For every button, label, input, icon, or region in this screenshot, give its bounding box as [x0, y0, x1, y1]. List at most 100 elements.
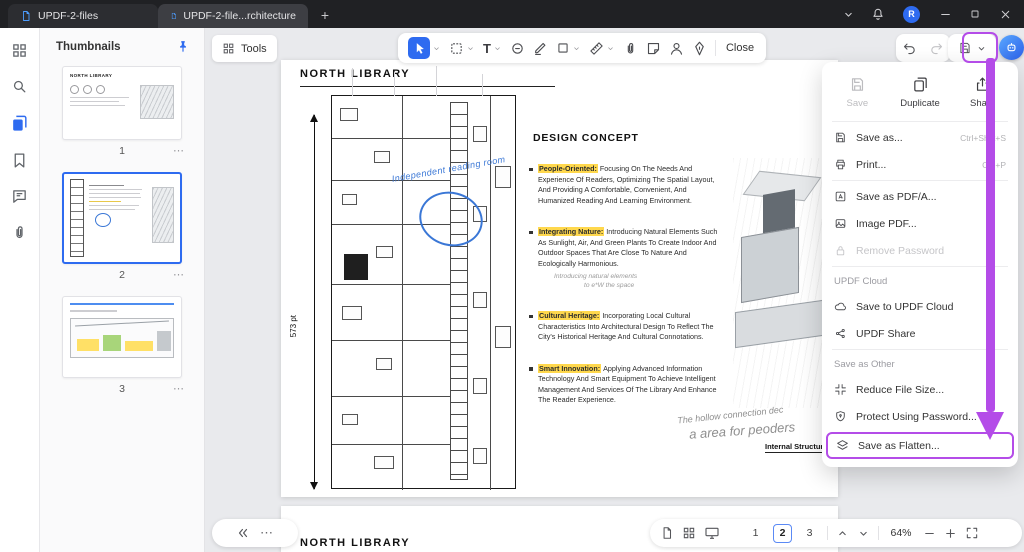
page-thumbnail-3[interactable]	[62, 296, 182, 378]
notifications-bell-icon[interactable]	[865, 2, 891, 26]
bookmark-icon[interactable]	[11, 152, 28, 169]
image-icon	[834, 217, 847, 230]
page-button-2-current[interactable]: 2	[773, 524, 792, 543]
minimize-button[interactable]	[932, 2, 958, 26]
close-window-button[interactable]	[992, 2, 1018, 26]
chevron-down-icon[interactable]	[606, 44, 615, 53]
left-sidebar-rail	[0, 28, 40, 552]
chevron-down-icon[interactable]	[976, 43, 987, 54]
page-thumbnail-2-selected[interactable]	[62, 172, 182, 264]
text-tool[interactable]: T	[483, 41, 502, 56]
redo-icon[interactable]	[929, 41, 944, 56]
page-more-menu[interactable]: ⋯	[173, 268, 184, 281]
page-button-3[interactable]: 3	[800, 524, 819, 543]
bottom-separator	[878, 526, 879, 540]
document-tab-icon	[170, 10, 177, 22]
user-avatar[interactable]: R	[903, 6, 920, 23]
close-toolbar-button[interactable]: Close	[724, 42, 756, 54]
quick-share-button[interactable]: Share	[951, 76, 1014, 109]
chevron-down-icon[interactable]	[432, 44, 441, 53]
person-icon	[669, 41, 684, 56]
square-shape-icon	[556, 41, 570, 55]
fit-expand-icon[interactable]	[965, 526, 979, 540]
page-number: 3	[62, 383, 182, 395]
thumbnails-pages-icon[interactable]	[10, 114, 29, 133]
comment-tool[interactable]	[510, 41, 525, 56]
ai-assistant-button[interactable]	[999, 35, 1024, 60]
attachment-tool[interactable]	[623, 41, 638, 56]
cloud-icon	[834, 300, 847, 313]
pointer-tool[interactable]	[408, 37, 441, 59]
page-more-menu[interactable]: ⋯	[173, 144, 184, 157]
zoom-in-plus-icon[interactable]	[944, 527, 957, 540]
annotation-toolbar: T Close	[398, 33, 766, 63]
sticker-tool[interactable]	[646, 41, 661, 56]
menu-item-label: UPDF Share	[856, 328, 1006, 340]
save-as-icon	[834, 131, 847, 144]
pencil-margin-note: Introducing natural elements to e*W the …	[538, 272, 721, 290]
previous-page-chevron-up-icon[interactable]	[836, 527, 849, 540]
quick-action-label: Save	[847, 98, 869, 109]
titlebar-chevron-down-icon[interactable]	[835, 2, 861, 26]
menu-divider	[832, 121, 1008, 122]
tutorial-arrow-line	[986, 58, 995, 412]
menu-item-label: Remove Password	[856, 245, 1006, 257]
menu-item-label: Image PDF...	[856, 218, 1006, 230]
pencil-note-line: Introducing natural elements	[554, 273, 637, 280]
shape-tool[interactable]	[556, 41, 581, 55]
page-number: 1	[62, 145, 182, 157]
apps-grid-icon[interactable]	[11, 42, 28, 59]
floor-plan-drawing	[331, 95, 516, 489]
building-3d-render	[733, 158, 836, 408]
measure-tool[interactable]	[589, 41, 615, 56]
collapse-chevrons-icon[interactable]	[236, 526, 250, 540]
comments-icon[interactable]	[11, 188, 28, 205]
zoom-level[interactable]: 64%	[887, 527, 915, 539]
new-tab-button[interactable]: +	[316, 6, 334, 24]
titlebar-controls: R	[835, 0, 1018, 28]
tools-label: Tools	[241, 43, 267, 55]
text-tool-glyph: T	[483, 41, 491, 56]
tools-button[interactable]: Tools	[212, 35, 277, 62]
page-thumbnail-1[interactable]: NORTH LIBRARY	[62, 66, 182, 140]
bottom-more-button[interactable]: ⋯	[260, 525, 274, 541]
thumbnail-1-meta: 1 ⋯	[62, 145, 182, 159]
printer-icon	[834, 158, 847, 171]
signature-tool[interactable]	[669, 41, 684, 56]
page-button-1[interactable]: 1	[746, 524, 765, 543]
pin-icon[interactable]	[176, 40, 190, 54]
reader-mode-icon[interactable]	[704, 525, 720, 541]
single-page-icon[interactable]	[660, 526, 674, 540]
comment-bubble-icon	[510, 41, 525, 56]
tab-updf-2-files[interactable]: UPDF-2-files	[8, 4, 158, 28]
chevron-down-icon[interactable]	[466, 44, 475, 53]
quick-duplicate-button[interactable]: Duplicate	[889, 76, 952, 109]
next-page-chevron-down-icon[interactable]	[857, 527, 870, 540]
tab-updf-2-file-architecture[interactable]: UPDF-2-file...rchitecture	[158, 4, 308, 28]
concept-bullet-nature: Integrating Nature:Introducing Natural E…	[529, 227, 721, 290]
attachments-paperclip-icon[interactable]	[11, 224, 28, 241]
menu-item-label: Save as PDF/A...	[856, 191, 1006, 203]
quick-save-button[interactable]: Save	[826, 76, 889, 109]
bottom-right-pill: 1 2 3 64%	[650, 519, 1022, 547]
maximize-button[interactable]	[962, 2, 988, 26]
sign-pen-tool[interactable]	[692, 41, 707, 56]
lock-icon	[834, 244, 847, 257]
concept-bullet-heritage: Cultural Heritage:Incorporating Local Cu…	[529, 311, 721, 343]
paperclip-icon	[623, 41, 638, 56]
menu-divider	[832, 349, 1008, 350]
select-tool[interactable]	[449, 41, 475, 56]
undo-icon[interactable]	[902, 41, 917, 56]
grid-view-icon[interactable]	[682, 526, 696, 540]
highlighter-tool[interactable]	[533, 41, 548, 56]
next-page-title: NORTH LIBRARY	[300, 537, 410, 549]
zoom-out-minus-icon[interactable]	[923, 527, 936, 540]
chevron-down-icon[interactable]	[572, 44, 581, 53]
bottom-left-pill: ⋯	[212, 519, 298, 547]
menu-item-label: Save as...	[856, 132, 951, 144]
cursor-icon	[413, 42, 426, 55]
quick-action-label: Duplicate	[900, 98, 940, 109]
page-more-menu[interactable]: ⋯	[173, 382, 184, 395]
chevron-down-icon[interactable]	[493, 44, 502, 53]
search-icon[interactable]	[11, 78, 28, 95]
